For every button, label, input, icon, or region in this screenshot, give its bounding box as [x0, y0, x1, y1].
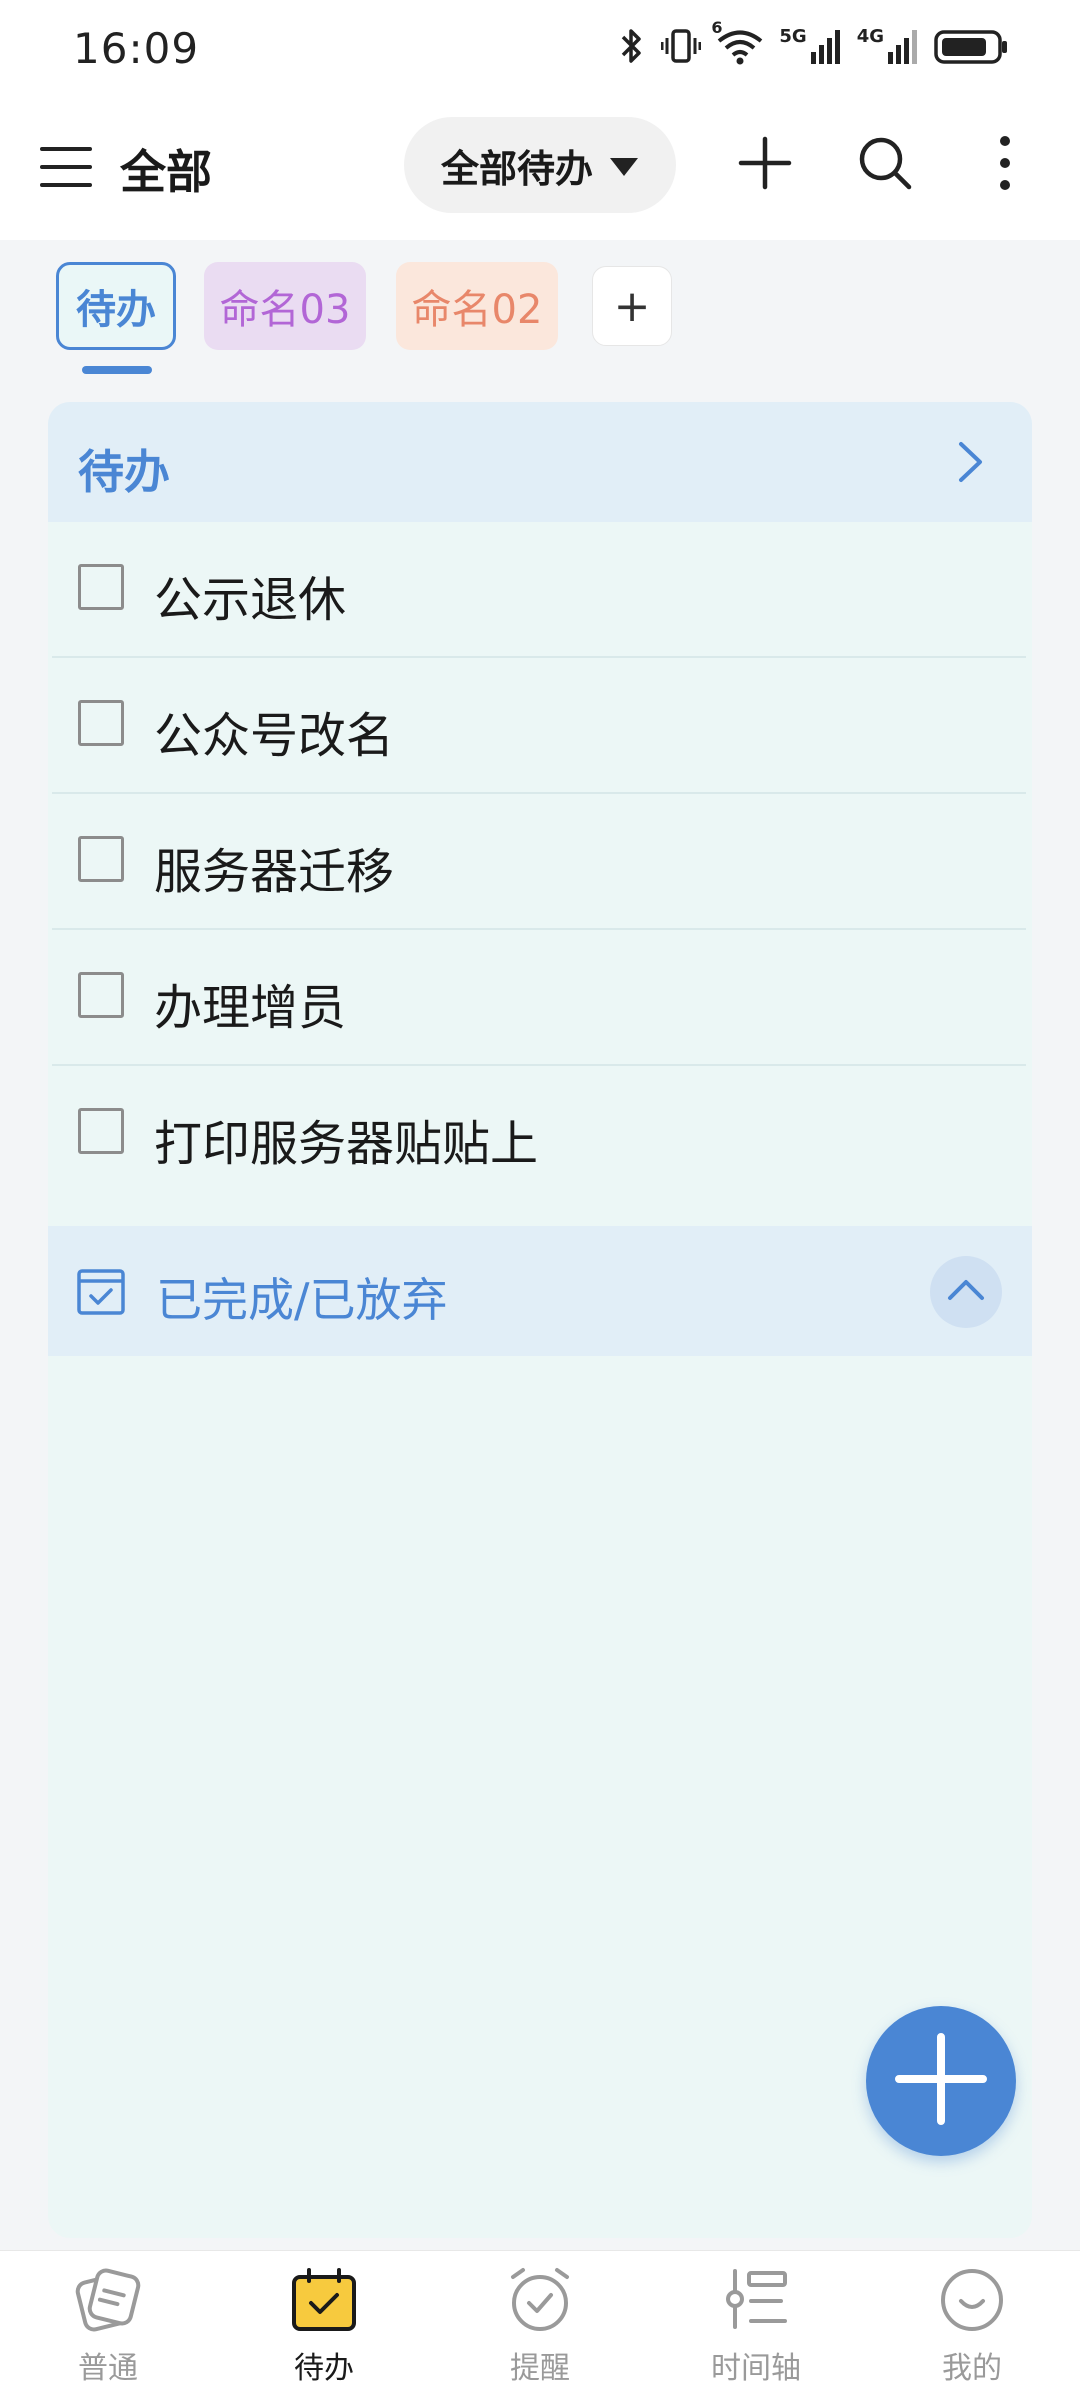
done-section-title: 已完成/已放弃 — [156, 1273, 448, 1327]
task-checkbox[interactable] — [78, 700, 124, 746]
chevron-right-icon — [956, 440, 986, 488]
plus-icon — [893, 2031, 989, 2131]
signal-4g-label: 4G — [856, 26, 884, 47]
task-text: 公众号改名 — [154, 708, 395, 764]
wifi-icon: 6 — [711, 18, 765, 66]
battery-icon — [934, 26, 1010, 66]
more-icon — [995, 135, 1015, 195]
task-text: 公示退休 — [154, 572, 347, 628]
search-icon — [857, 135, 913, 195]
nav-item-reminder[interactable]: 提醒 — [450, 2251, 630, 2401]
task-row[interactable]: 公示退休 — [48, 522, 1032, 658]
status-time: 16:09 — [73, 24, 200, 73]
caret-down-icon — [609, 143, 639, 187]
done-section-header[interactable]: 已完成/已放弃 — [48, 1226, 1032, 1356]
bluetooth-icon — [617, 26, 647, 66]
page-title: 全部 — [120, 145, 212, 199]
add-tab-button[interactable]: + — [592, 266, 672, 346]
app-header: 全部 全部待办 — [0, 100, 1080, 240]
task-text: 办理增员 — [154, 980, 347, 1036]
more-button[interactable] — [970, 130, 1040, 200]
status-bar: 16:09 6 5G 4G — [0, 0, 1080, 100]
task-row[interactable]: 服务器迁移 — [48, 794, 1032, 930]
tab-active-indicator — [82, 366, 152, 374]
tab-todo[interactable]: 待办 — [56, 262, 176, 350]
search-button[interactable] — [850, 130, 920, 200]
nav-item-todo[interactable]: 待办 — [234, 2251, 414, 2401]
signal-4g-icon: 4G — [857, 26, 920, 66]
wifi-badge: 6 — [711, 18, 723, 37]
nav-label: 普通 — [78, 2351, 138, 2386]
add-icon — [737, 135, 793, 195]
add-task-fab[interactable] — [866, 2006, 1016, 2156]
timeline-icon — [721, 2267, 791, 2337]
menu-icon[interactable] — [40, 145, 92, 189]
task-text: 打印服务器贴贴上 — [154, 1116, 539, 1172]
task-row[interactable]: 打印服务器贴贴上 — [48, 1066, 1032, 1202]
task-row[interactable]: 公众号改名 — [48, 658, 1032, 794]
nav-label: 时间轴 — [711, 2351, 801, 2386]
nav-label: 我的 — [942, 2351, 1002, 2386]
signal-5g-icon: 5G — [779, 26, 842, 66]
nav-item-normal[interactable]: 普通 — [18, 2251, 198, 2401]
nav-item-mine[interactable]: 我的 — [882, 2251, 1062, 2401]
todo-section-title: 待办 — [78, 445, 170, 499]
task-checkbox[interactable] — [78, 564, 124, 610]
smile-icon — [937, 2267, 1007, 2337]
alarm-icon — [505, 2267, 575, 2337]
status-icons: 6 5G 4G — [617, 18, 1010, 66]
nav-label: 待办 — [294, 2351, 354, 2386]
task-checkbox[interactable] — [78, 836, 124, 882]
filter-dropdown[interactable]: 全部待办 — [404, 117, 676, 213]
nav-label: 提醒 — [510, 2351, 570, 2386]
filter-dropdown-label: 全部待办 — [440, 146, 593, 191]
todo-calendar-icon — [289, 2267, 359, 2337]
todo-section-header[interactable]: 待办 — [48, 402, 1032, 522]
tab-name03[interactable]: 命名03 — [204, 262, 366, 350]
task-row[interactable]: 办理增员 — [48, 930, 1032, 1066]
collapse-button[interactable] — [930, 1256, 1002, 1328]
nav-item-timeline[interactable]: 时间轴 — [666, 2251, 846, 2401]
task-checkbox[interactable] — [78, 972, 124, 1018]
task-text: 服务器迁移 — [154, 844, 395, 900]
add-button[interactable] — [730, 130, 800, 200]
todo-list-card: 待办 公示退休 公众号改名 服务器迁移 办理增员 打印服务器贴贴上 已完成/已放… — [48, 402, 1032, 2238]
tab-name02[interactable]: 命名02 — [396, 262, 558, 350]
chevron-up-icon — [947, 1278, 985, 1306]
vibrate-icon — [661, 26, 702, 66]
signal-5g-label: 5G — [779, 26, 807, 47]
notes-icon — [73, 2267, 143, 2337]
task-checkbox[interactable] — [78, 1108, 124, 1154]
calendar-check-icon — [76, 1266, 126, 1320]
bottom-navigation: 普通 待办 提醒 时间轴 我的 — [0, 2250, 1080, 2401]
